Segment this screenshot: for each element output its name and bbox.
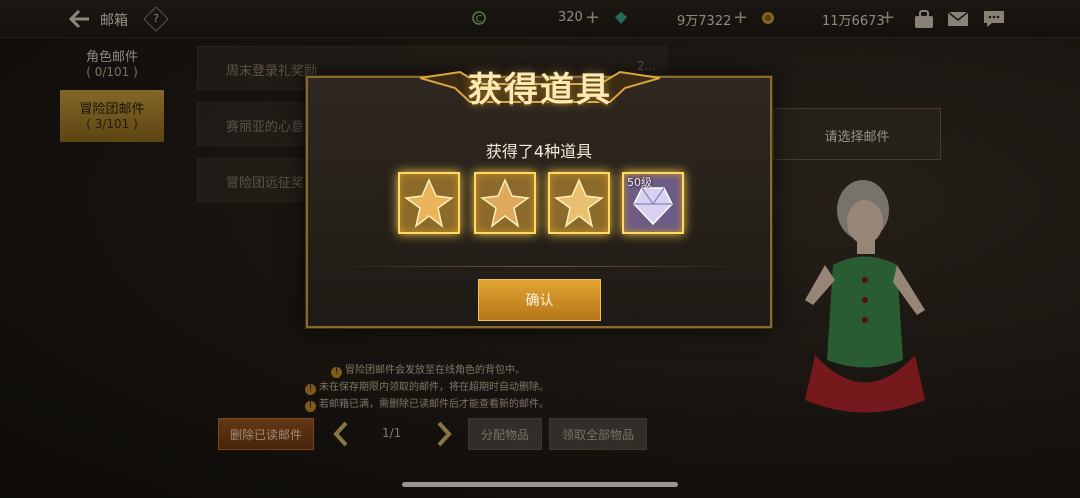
modal-title: 获得道具	[468, 70, 612, 110]
modal-subtitle: 获得了4种道具	[485, 142, 593, 161]
home-indicator[interactable]	[402, 482, 678, 487]
reward-item-slot[interactable]: 50级	[622, 172, 684, 234]
golden-leaf-icon	[404, 178, 454, 228]
reward-item-slot[interactable]	[398, 172, 460, 234]
golden-leaf-icon	[480, 178, 530, 228]
reward-item-slot[interactable]	[474, 172, 536, 234]
item-level-badge: 50级	[627, 176, 652, 189]
modal-divider	[326, 266, 752, 267]
golden-leaf-icon	[554, 178, 604, 228]
confirm-button[interactable]: 确认	[478, 279, 601, 321]
reward-item-slot[interactable]	[548, 172, 610, 234]
